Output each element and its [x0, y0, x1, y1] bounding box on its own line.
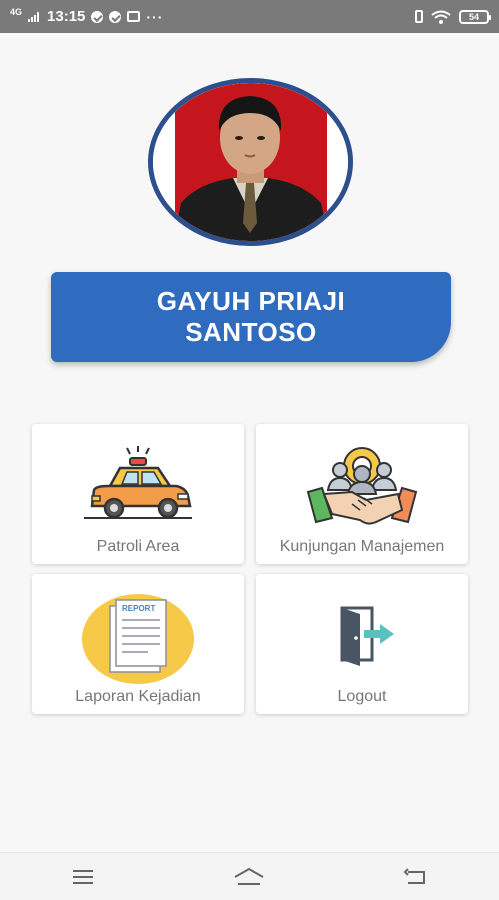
menu-label: Logout: [337, 688, 387, 705]
menu-button[interactable]: [63, 862, 103, 892]
menu-card-kunjungan-manajemen[interactable]: Kunjungan Manajemen: [256, 424, 468, 564]
menu-card-logout[interactable]: Logout: [256, 574, 468, 714]
mail-icon: [127, 11, 141, 22]
logout-door-icon: [340, 606, 394, 666]
signal-icon: [28, 11, 40, 22]
status-bar: 4G 13:15 ··· 54: [0, 0, 499, 33]
back-icon: [403, 867, 425, 884]
taxi-car-icon: [84, 446, 192, 519]
avatar: [148, 78, 353, 246]
home-icon: [234, 867, 264, 885]
wifi-icon: [431, 10, 451, 24]
notification-icon: [91, 10, 104, 23]
menu-label: Patroli Area: [96, 538, 180, 555]
report-document-icon: REPORT: [82, 594, 194, 684]
report-icon-text: REPORT: [122, 604, 155, 613]
home-button[interactable]: [229, 862, 269, 892]
back-button[interactable]: [396, 862, 436, 892]
system-navigation-bar: [0, 852, 499, 900]
notification-icon: [109, 10, 122, 23]
menu-label: Laporan Kejadian: [75, 688, 201, 705]
network-type: 4G: [10, 7, 23, 17]
hamburger-icon: [73, 869, 94, 884]
menu-card-laporan-kejadian[interactable]: REPORT Laporan Kejadian: [32, 574, 244, 714]
battery-level: 54: [468, 11, 479, 22]
menu-label: Kunjungan Manajemen: [279, 538, 445, 555]
more-notifications-icon: ···: [146, 8, 164, 25]
vibrate-icon: [415, 10, 423, 23]
battery-icon: 54: [459, 9, 491, 24]
profile-name-banner: GAYUH PRIAJI SANTOSO: [51, 272, 451, 362]
profile-name: GAYUH PRIAJI SANTOSO: [156, 286, 346, 347]
handshake-team-icon: [306, 447, 418, 525]
clock: 13:15: [47, 8, 86, 25]
menu-card-patroli-area[interactable]: Patroli Area: [32, 424, 244, 564]
